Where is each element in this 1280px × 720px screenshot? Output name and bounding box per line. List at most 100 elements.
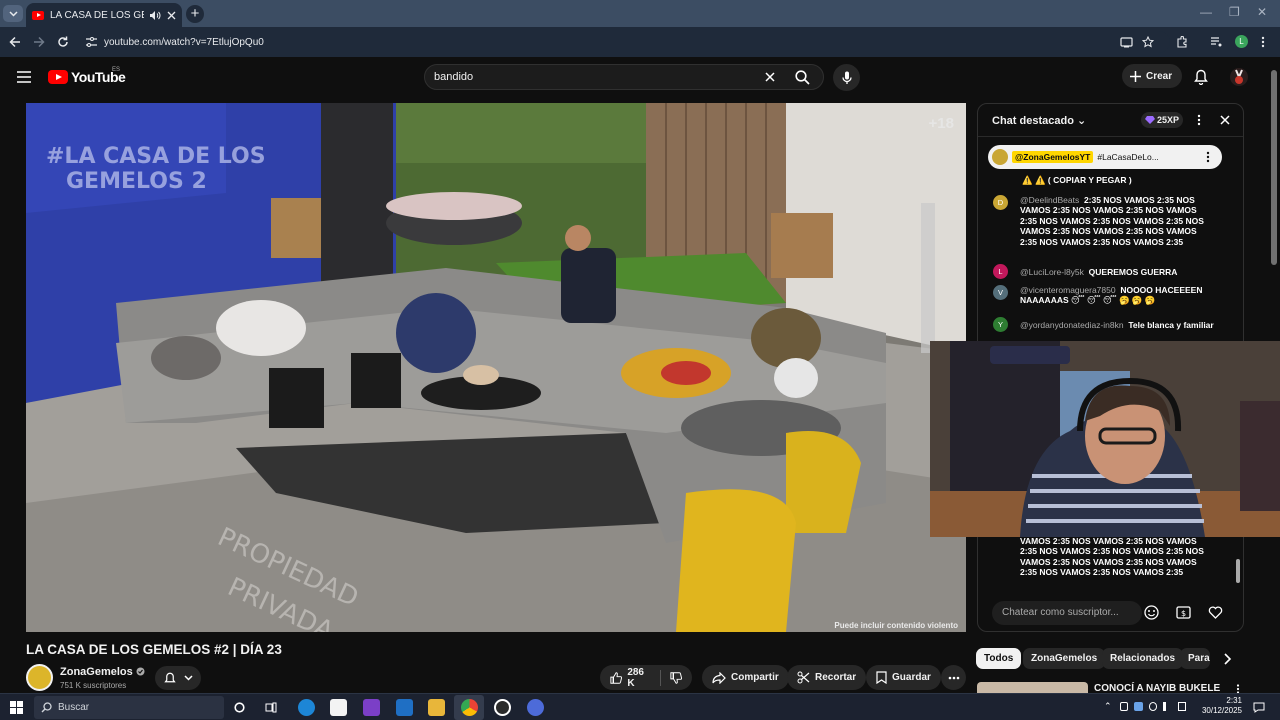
share-button[interactable]: Compartir (702, 665, 789, 690)
back-button[interactable] (7, 34, 23, 50)
subscription-bell-button[interactable] (155, 666, 201, 690)
extensions-icon[interactable] (1176, 36, 1188, 48)
cortana-icon[interactable] (234, 702, 245, 713)
clear-search-icon[interactable] (765, 72, 775, 82)
file-explorer-icon[interactable] (428, 699, 445, 716)
chat-message: ⚠️ ⚠️ ( COPIAR Y PEGAR ) (1022, 175, 1132, 185)
browser-toolbar: youtube.com/watch?v=7EtlujOpQu0 L (0, 27, 1280, 57)
chat-message: @DeelindBeats 2:35 NOS VAMOS 2:35 NOS VA… (1020, 195, 1216, 247)
pinned-message[interactable]: @ZonaGemelosYT #LaCasaDeLo... (988, 145, 1222, 169)
like-icon[interactable] (610, 671, 623, 685)
voice-search-button[interactable] (833, 64, 860, 91)
video-player[interactable]: #LA CASA DE LOS GEMELOS 2 PROPIEDAD PRIV… (26, 103, 966, 632)
chat-message: @yordanydonatediaz-in8kn Tele blanca y f… (1020, 320, 1216, 330)
reload-button[interactable] (55, 34, 71, 50)
volume-icon[interactable] (1163, 702, 1172, 711)
chip-for-you[interactable]: Para (1180, 648, 1210, 669)
outlook-icon[interactable] (396, 699, 413, 716)
xp-badge[interactable]: 25XP (1141, 112, 1183, 128)
scissors-icon (797, 671, 810, 684)
page-scrollbar[interactable] (1271, 70, 1277, 265)
recommendation-thumbnail[interactable] (977, 682, 1088, 693)
taskbar-search[interactable]: Buscar (34, 696, 224, 719)
chip-channel[interactable]: ZonaGemelos (1023, 648, 1106, 669)
visual-studio-icon[interactable] (363, 699, 380, 716)
chrome-icon[interactable] (461, 699, 478, 716)
pinned-author-avatar (992, 149, 1008, 165)
dislike-icon[interactable] (670, 671, 682, 685)
channel-name[interactable]: ZonaGemelos (60, 666, 145, 678)
usb-icon[interactable] (1120, 702, 1129, 711)
channel-avatar[interactable] (26, 664, 53, 691)
pinned-menu-icon[interactable] (1206, 151, 1210, 163)
bookmark-star-icon[interactable] (1142, 36, 1154, 48)
task-view-icon[interactable] (265, 702, 277, 713)
like-dislike-group: 286 K (600, 665, 692, 690)
chat-avatar: V (993, 285, 1008, 300)
forward-arrow-icon (34, 36, 45, 48)
search-icon[interactable] (795, 70, 810, 85)
super-chat-icon[interactable]: $ (1176, 606, 1191, 619)
chat-header: Chat destacado ⌄ 25XP (978, 104, 1243, 137)
cloud-icon[interactable] (1134, 702, 1143, 711)
tab-search-button[interactable] (3, 5, 23, 22)
youtube-logo[interactable]: YouTube ES (48, 67, 126, 85)
speaker-icon[interactable] (150, 10, 161, 20)
save-button[interactable]: Guardar (866, 665, 941, 690)
hamburger-menu-icon[interactable] (17, 71, 31, 83)
address-bar[interactable]: youtube.com/watch?v=7EtlujOpQu0 (80, 31, 1170, 53)
taskbar-clock[interactable]: 2:31 30/12/2025 (1200, 696, 1242, 716)
message-author: @vicenteromaguera7850 (1020, 285, 1116, 295)
pinned-author: @ZonaGemelosYT (1012, 151, 1094, 163)
mic-tray-icon[interactable] (1148, 702, 1158, 711)
edge-icon[interactable] (298, 699, 315, 716)
clip-button[interactable]: Recortar (787, 665, 867, 690)
browser-tab[interactable]: LA CASA DE LOS GEMELOS (26, 3, 182, 27)
webcam-overlay (930, 341, 1280, 537)
profile-avatar[interactable]: L (1235, 35, 1248, 48)
notification-center-icon[interactable] (1253, 702, 1265, 713)
chevron-right-icon[interactable] (1224, 653, 1232, 665)
site-info-icon[interactable] (86, 37, 97, 47)
share-icon (712, 671, 726, 684)
search-input[interactable]: bandido (424, 64, 824, 90)
chat-more-icon[interactable] (1197, 114, 1201, 126)
store-icon[interactable] (330, 699, 347, 716)
window-close-icon[interactable]: ✕ (1257, 5, 1267, 19)
system-tray-chevron-icon[interactable]: ⌃ (1104, 701, 1112, 712)
share-label: Compartir (731, 672, 779, 683)
minimize-icon[interactable]: — (1200, 5, 1212, 19)
maximize-icon[interactable]: ❐ (1229, 5, 1240, 19)
media-queue-icon[interactable] (1210, 36, 1223, 48)
create-button[interactable]: Crear (1122, 64, 1182, 88)
chat-mode-dropdown[interactable]: Chat destacado ⌄ (992, 114, 1086, 127)
search-value: bandido (434, 71, 474, 83)
close-tab-icon[interactable] (167, 11, 176, 20)
more-actions-button[interactable] (941, 665, 966, 690)
network-icon[interactable] (1177, 702, 1187, 711)
account-avatar[interactable] (1230, 68, 1248, 86)
new-tab-button[interactable]: + (186, 5, 204, 23)
chat-input[interactable]: Chatear como suscriptor... (992, 601, 1142, 625)
chip-related[interactable]: Relacionados (1102, 648, 1184, 669)
chevron-down-icon (183, 675, 193, 681)
notifications-bell-icon[interactable] (1194, 69, 1208, 85)
browser-menu-icon[interactable] (1261, 36, 1265, 48)
cast-icon[interactable] (1120, 37, 1133, 48)
forward-button[interactable] (31, 34, 47, 50)
webcam-image (930, 341, 1280, 537)
windows-start-icon[interactable] (10, 701, 23, 714)
video-frame-image: #LA CASA DE LOS GEMELOS 2 PROPIEDAD PRIV… (26, 103, 966, 632)
search-icon (41, 702, 52, 713)
chat-scrollbar[interactable] (1236, 559, 1240, 583)
obs-icon[interactable] (494, 699, 511, 716)
close-chat-icon[interactable] (1220, 115, 1230, 125)
svg-text:$: $ (1181, 609, 1186, 618)
like-count[interactable]: 286 K (627, 667, 650, 689)
emoji-icon[interactable] (1144, 605, 1159, 620)
chat-avatar: D (993, 195, 1008, 210)
chip-all[interactable]: Todos (976, 648, 1022, 669)
app-icon[interactable] (527, 699, 544, 716)
svg-text:#LA CASA DE LOS: #LA CASA DE LOS (46, 144, 266, 169)
heart-icon[interactable] (1208, 606, 1223, 619)
